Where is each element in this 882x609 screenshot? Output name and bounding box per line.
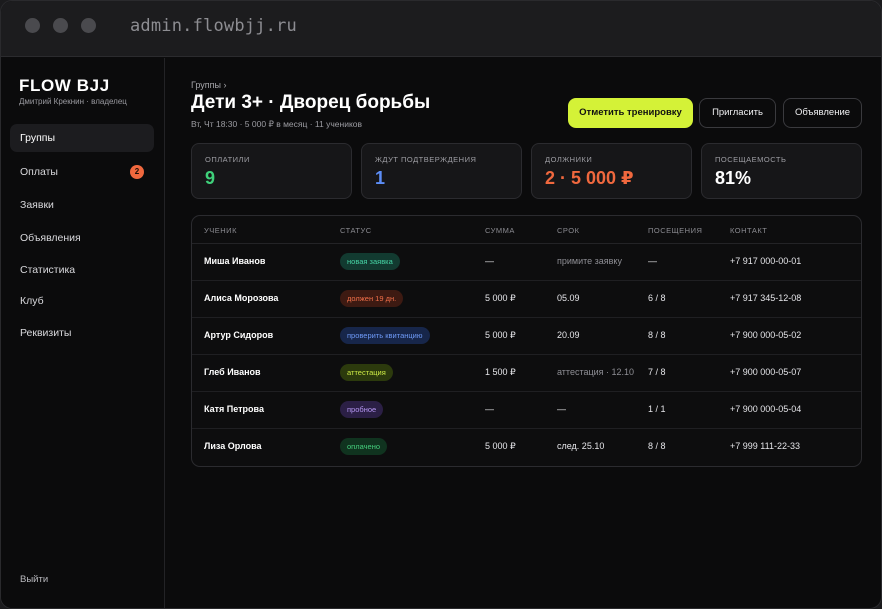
contact-phone[interactable]: +7 900 000-05-04 xyxy=(730,404,801,414)
sidebar-item-label: Оплаты xyxy=(20,166,58,178)
due-cell: 05.09 xyxy=(557,293,580,303)
status-badge[interactable]: должен 19 дн. xyxy=(340,290,404,307)
student-name: Катя Петрова xyxy=(204,404,264,414)
visits-cell: 8 / 8 xyxy=(648,330,666,340)
status-badge[interactable]: оплачено xyxy=(340,438,388,455)
group-schedule-info: Вт, Чт 18:30 · 5 000 ₽ в месяц · 11 учен… xyxy=(191,119,363,129)
table-row[interactable]: Алиса Морозова должен 19 дн. 5 000 ₽ 05.… xyxy=(192,281,861,318)
amount-cell: — xyxy=(485,404,494,414)
address-bar-url[interactable]: admin.flowbjj.ru xyxy=(130,16,297,36)
window-minimize-dot[interactable] xyxy=(53,18,68,33)
stat-value: 1 xyxy=(375,168,386,188)
sidebar-item-announcements[interactable]: Объявления xyxy=(10,224,154,252)
amount-cell: 5 000 ₽ xyxy=(485,441,516,451)
table-header: УЧЕНИК СТАТУС СУММА СРОК ПОСЕЩЕНИЯ КОНТА… xyxy=(192,216,861,244)
stat-value: 9 xyxy=(205,168,216,188)
contact-phone[interactable]: +7 999 111-22-33 xyxy=(730,441,800,451)
amount-cell: 1 500 ₽ xyxy=(485,367,516,377)
stat-card-paid: ОПЛАТИЛИ 9 xyxy=(191,143,352,199)
due-cell: примите заявку xyxy=(557,256,622,266)
visits-cell: 8 / 8 xyxy=(648,441,666,451)
table-row[interactable]: Миша Иванов новая заявка — примите заявк… xyxy=(192,244,861,281)
column-header-amount[interactable]: СУММА xyxy=(485,226,515,235)
table-row[interactable]: Катя Петрова пробное — — 1 / 1 +7 900 00… xyxy=(192,392,861,429)
logout-link[interactable]: Выйти xyxy=(20,574,48,585)
status-badge[interactable]: аттестация xyxy=(340,364,393,381)
sidebar: FLOW BJJ Дмитрий Крекнин · владелец Груп… xyxy=(1,58,165,608)
student-name: Артур Сидоров xyxy=(204,330,274,340)
visits-cell: — xyxy=(648,256,657,266)
sidebar-item-label: Статистика xyxy=(20,264,76,276)
sidebar-item-label: Реквизиты xyxy=(20,327,72,339)
stat-label: ОПЛАТИЛИ xyxy=(205,155,250,164)
visits-cell: 6 / 8 xyxy=(648,293,666,303)
stat-label: ДОЛЖНИКИ xyxy=(545,155,593,164)
stat-card-attendance: ПОСЕЩАЕМОСТЬ 81% xyxy=(701,143,862,199)
sidebar-item-club[interactable]: Клуб xyxy=(10,287,154,315)
sidebar-item-label: Объявления xyxy=(20,232,81,244)
table-row[interactable]: Глеб Иванов аттестация 1 500 ₽ аттестаци… xyxy=(192,355,861,392)
stat-value: 81% xyxy=(715,168,752,188)
students-table: УЧЕНИК СТАТУС СУММА СРОК ПОСЕЩЕНИЯ КОНТА… xyxy=(191,215,862,467)
amount-cell: 5 000 ₽ xyxy=(485,330,516,340)
due-cell: — xyxy=(557,404,566,414)
column-header-student[interactable]: УЧЕНИК xyxy=(204,226,237,235)
column-header-contact[interactable]: КОНТАКТ xyxy=(730,226,767,235)
stat-label: ПОСЕЩАЕМОСТЬ xyxy=(715,155,787,164)
stat-label: ЖДУТ ПОДТВЕРЖДЕНИЯ xyxy=(375,155,477,164)
due-cell: 20.09 xyxy=(557,330,580,340)
invite-button[interactable]: Пригласить xyxy=(699,98,776,128)
due-cell: аттестация · 12.10 xyxy=(557,367,635,377)
student-name: Алиса Морозова xyxy=(204,293,279,303)
breadcrumb[interactable]: Группы › xyxy=(191,80,227,90)
sidebar-item-statistics[interactable]: Статистика xyxy=(10,256,154,284)
sidebar-item-requisites[interactable]: Реквизиты xyxy=(10,319,154,347)
contact-phone[interactable]: +7 900 000-05-07 xyxy=(730,367,801,377)
payments-count-badge: 2 xyxy=(130,165,144,179)
status-badge[interactable]: пробное xyxy=(340,401,384,418)
stat-value: 2 · 5 000 ₽ xyxy=(545,168,634,188)
contact-phone[interactable]: +7 900 000-05-02 xyxy=(730,330,801,340)
sidebar-item-label: Заявки xyxy=(20,199,54,211)
status-badge[interactable]: новая заявка xyxy=(340,253,400,270)
sidebar-item-label: Группы xyxy=(20,132,55,144)
sidebar-item-groups[interactable]: Группы xyxy=(10,124,154,152)
main-content: Группы › Дети 3+ · Дворец борьбы Вт, Чт … xyxy=(166,58,881,608)
status-badge[interactable]: проверить квитанцию xyxy=(340,327,430,344)
amount-cell: 5 000 ₽ xyxy=(485,293,516,303)
contact-phone[interactable]: +7 917 000-00-01 xyxy=(730,256,801,266)
visits-cell: 1 / 1 xyxy=(648,404,666,414)
student-name: Миша Иванов xyxy=(204,256,266,266)
stat-card-pending: ЖДУТ ПОДТВЕРЖДЕНИЯ 1 xyxy=(361,143,522,199)
brand-logo: FLOW BJJ xyxy=(19,76,110,95)
window-close-dot[interactable] xyxy=(25,18,40,33)
table-row[interactable]: Артур Сидоров проверить квитанцию 5 000 … xyxy=(192,318,861,355)
student-name: Лиза Орлова xyxy=(204,441,262,451)
student-name: Глеб Иванов xyxy=(204,367,261,377)
mark-training-button[interactable]: Отметить тренировку xyxy=(568,98,693,128)
sidebar-item-label: Клуб xyxy=(20,295,44,307)
page-title: Дети 3+ · Дворец борьбы xyxy=(191,92,431,113)
sidebar-item-requests[interactable]: Заявки xyxy=(10,191,154,219)
amount-cell: — xyxy=(485,256,494,266)
sidebar-item-payments[interactable]: Оплаты 2 xyxy=(10,158,154,186)
owner-label: Дмитрий Крекнин · владелец xyxy=(19,97,127,106)
visits-cell: 7 / 8 xyxy=(648,367,666,377)
contact-phone[interactable]: +7 917 345-12-08 xyxy=(730,293,801,303)
table-row[interactable]: Лиза Орлова оплачено 5 000 ₽ след. 25.10… xyxy=(192,429,861,466)
browser-window: admin.flowbjj.ru FLOW BJJ Дмитрий Крекни… xyxy=(0,0,882,609)
column-header-due[interactable]: СРОК xyxy=(557,226,579,235)
column-header-status[interactable]: СТАТУС xyxy=(340,226,372,235)
window-titlebar: admin.flowbjj.ru xyxy=(1,1,881,57)
stat-card-debtors: ДОЛЖНИКИ 2 · 5 000 ₽ xyxy=(531,143,692,199)
due-cell: след. 25.10 xyxy=(557,441,605,451)
announcement-button[interactable]: Объявление xyxy=(783,98,862,128)
column-header-visits[interactable]: ПОСЕЩЕНИЯ xyxy=(648,226,702,235)
window-zoom-dot[interactable] xyxy=(81,18,96,33)
